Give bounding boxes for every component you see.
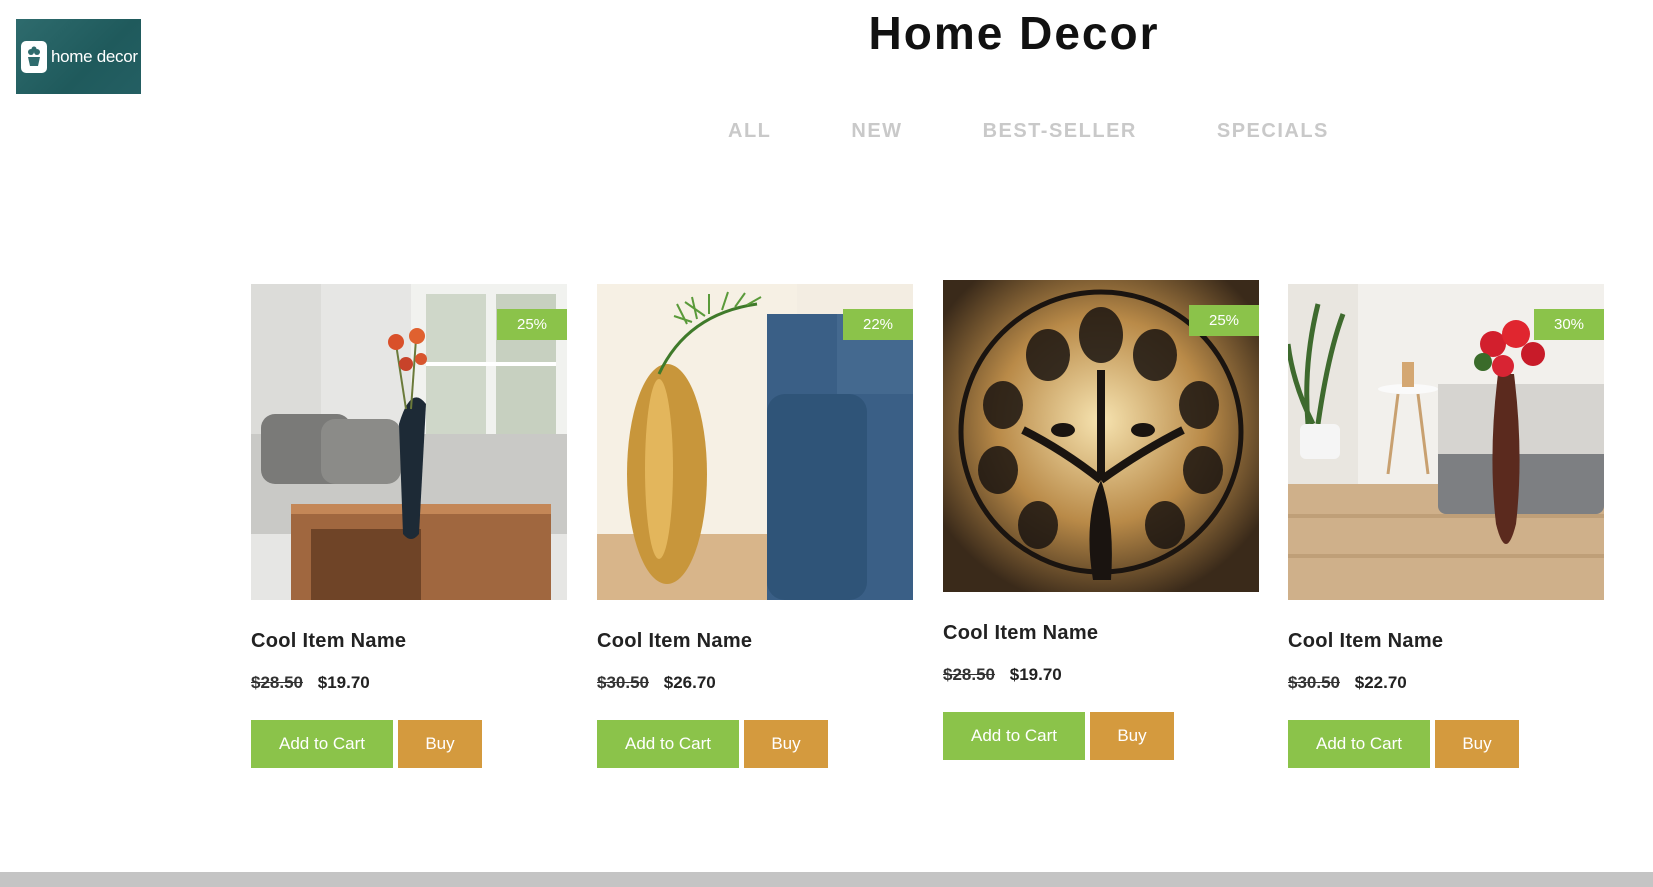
product-image[interactable]: 22% xyxy=(597,284,913,600)
product-name[interactable]: Cool Item Name xyxy=(1288,630,1604,653)
buy-button[interactable]: Buy xyxy=(1435,720,1519,768)
buy-button[interactable]: Buy xyxy=(1090,712,1174,760)
current-price: $19.70 xyxy=(1009,665,1062,684)
product-card: 25% Cool Item Name $28.50 $19.70 Add to … xyxy=(251,284,567,768)
price-row: $30.50 $22.70 xyxy=(1288,673,1604,693)
product-card: 25% Cool Item Name $28.50 $19.70 Add to … xyxy=(943,280,1259,760)
discount-badge: 22% xyxy=(843,309,913,340)
add-to-cart-button[interactable]: Add to Cart xyxy=(597,720,739,768)
footer-bar xyxy=(0,872,1653,887)
product-actions: Add to Cart Buy xyxy=(597,720,913,768)
current-price: $19.70 xyxy=(317,673,370,692)
old-price: $28.50 xyxy=(943,665,995,684)
product-image[interactable]: 30% xyxy=(1288,284,1604,600)
add-to-cart-button[interactable]: Add to Cart xyxy=(1288,720,1430,768)
price-row: $30.50 $26.70 xyxy=(597,673,913,693)
buy-button[interactable]: Buy xyxy=(398,720,482,768)
product-name[interactable]: Cool Item Name xyxy=(597,630,913,653)
product-actions: Add to Cart Buy xyxy=(1288,720,1604,768)
current-price: $26.70 xyxy=(663,673,716,692)
filter-specials[interactable]: SPECIALS xyxy=(1217,120,1329,143)
old-price: $30.50 xyxy=(597,673,649,692)
price-row: $28.50 $19.70 xyxy=(251,673,567,693)
old-price: $30.50 xyxy=(1288,673,1340,692)
product-image[interactable]: 25% xyxy=(943,280,1259,592)
product-card: 22% Cool Item Name $30.50 $26.70 Add to … xyxy=(597,284,913,768)
price-row: $28.50 $19.70 xyxy=(943,665,1259,685)
filter-best-seller[interactable]: BEST-SELLER xyxy=(983,120,1137,143)
product-actions: Add to Cart Buy xyxy=(943,712,1259,760)
filter-new[interactable]: NEW xyxy=(851,120,902,143)
product-image[interactable]: 25% xyxy=(251,284,567,600)
discount-badge: 25% xyxy=(497,309,567,340)
current-price: $22.70 xyxy=(1354,673,1407,692)
filter-all[interactable]: ALL xyxy=(728,120,771,143)
old-price: $28.50 xyxy=(251,673,303,692)
product-name[interactable]: Cool Item Name xyxy=(943,622,1259,645)
discount-badge: 25% xyxy=(1189,305,1259,336)
product-name[interactable]: Cool Item Name xyxy=(251,630,567,653)
filter-nav: ALL NEW BEST-SELLER SPECIALS xyxy=(728,120,1329,143)
product-actions: Add to Cart Buy xyxy=(251,720,567,768)
product-card: 30% Cool Item Name $30.50 $22.70 Add to … xyxy=(1288,284,1604,768)
discount-badge: 30% xyxy=(1534,309,1604,340)
add-to-cart-button[interactable]: Add to Cart xyxy=(251,720,393,768)
page-title: Home Decor xyxy=(868,7,1160,59)
buy-button[interactable]: Buy xyxy=(744,720,828,768)
add-to-cart-button[interactable]: Add to Cart xyxy=(943,712,1085,760)
